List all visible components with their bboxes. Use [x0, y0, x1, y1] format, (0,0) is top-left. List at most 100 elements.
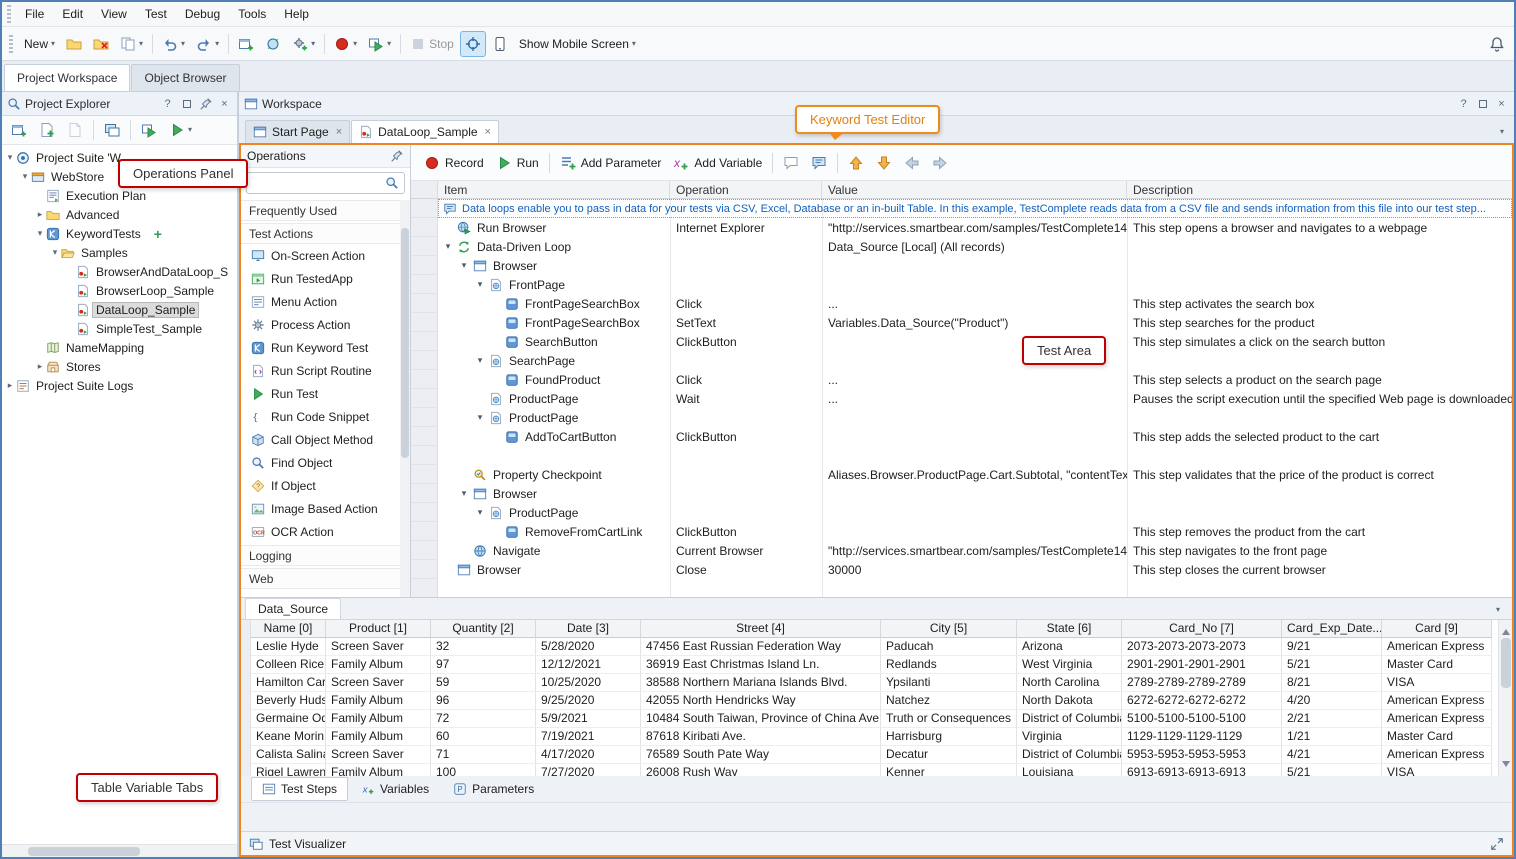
expander-icon[interactable]: ▸ — [4, 380, 16, 391]
ds-column-name-0[interactable]: Name [0] — [251, 620, 326, 638]
comment-button[interactable] — [778, 151, 804, 175]
editor-tab-dataloop-sample[interactable]: DataLoop_Sample× — [351, 120, 499, 143]
ops-item-process-action[interactable]: Process Action — [241, 313, 400, 336]
description-button[interactable] — [806, 151, 832, 175]
tab-test-steps[interactable]: Test Steps — [251, 777, 348, 801]
save-all-button[interactable]: ▾ — [115, 31, 148, 57]
menu-tools[interactable]: Tools — [229, 3, 275, 25]
expander-icon[interactable]: ▸ — [34, 361, 46, 372]
mobile-screen-button[interactable] — [487, 31, 513, 57]
close-project-button[interactable] — [88, 31, 114, 57]
test-visualizer-bar[interactable]: Test Visualizer — [241, 831, 1512, 855]
expander-icon[interactable]: ▾ — [4, 152, 16, 163]
close-tab-icon[interactable]: × — [485, 126, 491, 138]
test-step-row[interactable]: ▾ProductPage — [411, 503, 1512, 522]
test-step-row[interactable]: Property CheckpointAliases.Browser.Produ… — [411, 465, 1512, 484]
tab-list-dropdown-icon[interactable]: ▾ — [1496, 606, 1500, 614]
menu-edit[interactable]: Edit — [53, 3, 92, 25]
pin-panel-button[interactable] — [198, 96, 213, 111]
tree-item-project-suite-logs[interactable]: ▸Project Suite Logs — [2, 376, 237, 395]
help-button[interactable]: ? — [1456, 96, 1471, 111]
ops-item-run-testedapp[interactable]: Run TestedApp — [241, 267, 400, 290]
ds-data-row[interactable]: Germaine OdomFamily Album725/9/202110484… — [251, 710, 1512, 728]
spy-toggle-button[interactable] — [460, 31, 486, 57]
close-panel-button[interactable]: × — [1494, 96, 1509, 111]
expand-icon[interactable] — [1490, 837, 1504, 851]
maximize-panel-button[interactable] — [1475, 96, 1490, 111]
menu-test[interactable]: Test — [136, 3, 176, 25]
move-left-button[interactable] — [899, 151, 925, 175]
expander-icon[interactable]: ▾ — [19, 171, 31, 182]
ds-data-row[interactable]: Keane MorinFamily Album607/19/202187618 … — [251, 728, 1512, 746]
menu-view[interactable]: View — [92, 3, 136, 25]
ds-column-street-4[interactable]: Street [4] — [641, 620, 881, 638]
tab-list-dropdown-icon[interactable]: ▾ — [1500, 128, 1504, 136]
tree-item-samples[interactable]: ▾Samples — [2, 243, 237, 262]
close-panel-button[interactable]: × — [217, 96, 232, 111]
ops-item-run-code-snippet[interactable]: { }Run Code Snippet — [241, 405, 400, 428]
ops-item-on-screen-action[interactable]: On-Screen Action — [241, 244, 400, 267]
test-step-row[interactable]: ▾FrontPage — [411, 275, 1512, 294]
file-button[interactable] — [62, 117, 88, 143]
test-step-row[interactable]: RemoveFromCartLinkClickButtonThis step r… — [411, 522, 1512, 541]
step-expander-icon[interactable]: ▾ — [474, 279, 486, 290]
stop-button[interactable]: Stop — [405, 31, 459, 57]
step-expander-icon[interactable]: ▾ — [458, 260, 470, 271]
test-step-row[interactable]: ▾Browser — [411, 256, 1512, 275]
update-web-button[interactable] — [260, 31, 286, 57]
help-button[interactable]: ? — [160, 96, 175, 111]
move-up-button[interactable] — [843, 151, 869, 175]
notifications-button[interactable] — [1484, 31, 1510, 57]
test-step-row[interactable]: SearchButtonClickButtonThis step simulat… — [411, 332, 1512, 351]
tab-variables[interactable]: xVariables — [350, 777, 440, 801]
add-variable-button[interactable]: x Add Variable — [668, 151, 767, 175]
test-step-row[interactable]: Run BrowserInternet Explorer"http://serv… — [411, 218, 1512, 237]
scrollbar-thumb[interactable] — [28, 847, 140, 856]
add-parameter-button[interactable]: Add Parameter — [555, 151, 667, 175]
ops-item-run-test[interactable]: Run Test — [241, 382, 400, 405]
tree-item-browseranddataloop-s[interactable]: BrowserAndDataLoop_S — [2, 262, 237, 281]
tree-item-execution-plan[interactable]: Execution Plan — [2, 186, 237, 205]
record-test-button[interactable]: ▾ — [329, 31, 362, 57]
ds-column-state-6[interactable]: State [6] — [1017, 620, 1122, 638]
ops-section-test-actions[interactable]: Test Actions — [241, 223, 400, 244]
ds-data-row[interactable]: Leslie HydeScreen Saver325/28/202047456 … — [251, 638, 1512, 656]
panels-button[interactable] — [99, 117, 125, 143]
scrollbar-thumb[interactable] — [1501, 638, 1511, 688]
test-step-row[interactable]: ▾Browser — [411, 484, 1512, 503]
close-tab-icon[interactable]: × — [336, 126, 342, 138]
ops-item-image-based-action[interactable]: Image Based Action — [241, 497, 400, 520]
column-header-item[interactable]: Item — [438, 181, 670, 198]
test-step-row[interactable]: FrontPageSearchBoxSetTextVariables.Data_… — [411, 313, 1512, 332]
data-source-vscrollbar[interactable] — [1498, 620, 1512, 776]
new-file-button[interactable] — [34, 117, 60, 143]
column-header-operation[interactable]: Operation — [670, 181, 822, 198]
run-project-button[interactable]: ▾ — [363, 31, 396, 57]
ops-section-frequently-used[interactable]: Frequently Used — [241, 200, 400, 221]
test-step-row[interactable]: NavigateCurrent Browser"http://services.… — [411, 541, 1512, 560]
tree-item-dataloop-sample[interactable]: DataLoop_Sample — [2, 300, 237, 319]
ops-section-web[interactable]: Web — [241, 568, 400, 589]
ops-item-call-object-method[interactable]: Call Object Method — [241, 428, 400, 451]
menu-help[interactable]: Help — [275, 3, 318, 25]
open-button[interactable] — [61, 31, 87, 57]
scroll-down-icon[interactable] — [1502, 761, 1510, 771]
scroll-up-icon[interactable] — [1502, 625, 1510, 635]
test-step-row[interactable]: ▾SearchPage — [411, 351, 1512, 370]
expander-icon[interactable]: ▾ — [49, 247, 61, 258]
tab-data-source[interactable]: Data_Source — [245, 598, 341, 619]
tab-parameters[interactable]: PParameters — [442, 777, 545, 801]
undo-button[interactable]: ▾ — [157, 31, 190, 57]
tab-object-browser[interactable]: Object Browser — [131, 64, 239, 91]
test-step-row[interactable]: BrowserClose30000This step closes the cu… — [411, 560, 1512, 579]
operations-search-input[interactable] — [252, 176, 381, 190]
step-expander-icon[interactable]: ▾ — [474, 507, 486, 518]
test-step-row[interactable]: FrontPageSearchBoxClick...This step acti… — [411, 294, 1512, 313]
ds-data-row[interactable]: Rigel LawrenceFamily Album1007/27/202026… — [251, 764, 1512, 776]
expander-icon[interactable]: ▸ — [34, 209, 46, 220]
step-expander-icon[interactable]: ▾ — [474, 412, 486, 423]
pin-icon[interactable] — [390, 149, 404, 163]
tab-project-workspace[interactable]: Project Workspace — [4, 64, 130, 91]
new-button[interactable]: New ▾ — [19, 31, 60, 57]
step-expander-icon[interactable]: ▾ — [458, 488, 470, 499]
